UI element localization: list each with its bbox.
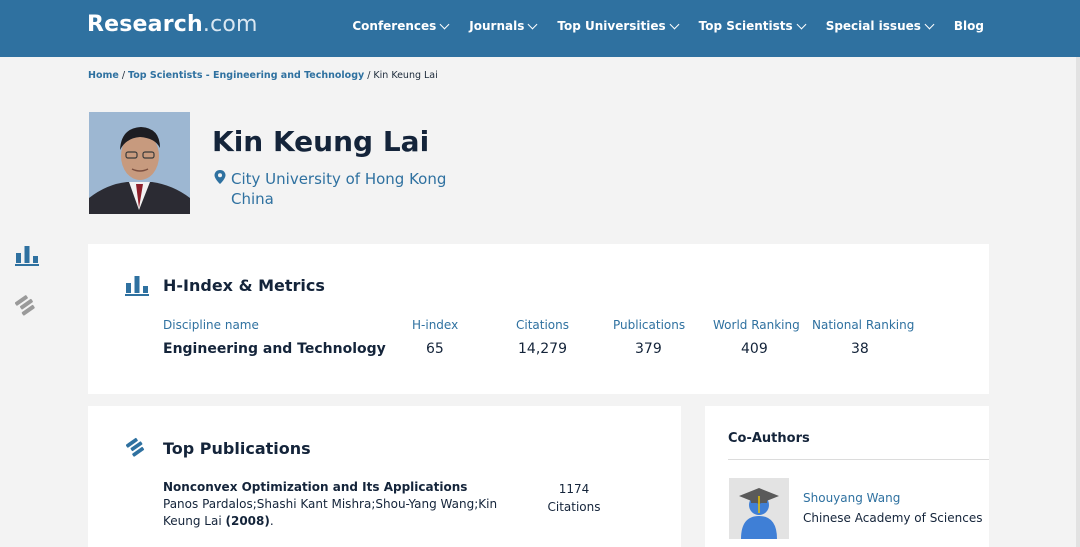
metrics-title: H-Index & Metrics <box>163 276 325 295</box>
nav-blog[interactable]: Blog <box>954 19 984 33</box>
coauthors-title: Co-Authors <box>728 431 810 446</box>
publications-card: Top Publications Nonconvex Optimization … <box>88 406 681 547</box>
university-link[interactable]: City University of Hong Kong <box>231 169 446 189</box>
main-nav: Conferences Journals Top Universities To… <box>352 19 984 33</box>
nav-top-universities[interactable]: Top Universities <box>557 19 680 33</box>
metrics-card: H-Index & Metrics Discipline name H-inde… <box>88 244 989 394</box>
label-national-ranking: National Ranking <box>812 318 915 332</box>
nav-conferences-label: Conferences <box>352 19 437 33</box>
profile-photo-image <box>89 112 190 214</box>
scrollbar-track[interactable] <box>1076 57 1080 547</box>
publications-title: Top Publications <box>163 439 311 458</box>
scientist-name: Kin Keung Lai <box>212 125 430 158</box>
coauthor-name-link[interactable]: Shouyang Wang <box>803 491 900 505</box>
value-discipline: Engineering and Technology <box>163 341 386 357</box>
chevron-down-icon <box>439 19 450 29</box>
coauthor-institution: Chinese Academy of Sciences <box>803 511 983 525</box>
nav-top-universities-label: Top Universities <box>557 19 666 33</box>
publication-year: (2008) <box>225 514 270 528</box>
chevron-down-icon <box>669 19 680 29</box>
breadcrumb-section-link[interactable]: Top Scientists - Engineering and Technol… <box>128 70 364 81</box>
nav-top-scientists[interactable]: Top Scientists <box>698 19 807 33</box>
publication-authors: Panos Pardalos;Shashi Kant Mishra;Shou-Y… <box>163 496 533 530</box>
logo-suffix-text: .com <box>202 12 258 37</box>
location-pin-icon <box>214 170 226 184</box>
coauthor-avatar[interactable] <box>729 478 789 539</box>
value-hindex: 65 <box>426 341 444 357</box>
country-link[interactable]: China <box>231 189 446 209</box>
chevron-down-icon <box>527 19 538 29</box>
breadcrumb: Home / Top Scientists - Engineering and Te… <box>88 70 438 81</box>
top-navigation-bar: Research.com Conferences Journals Top Un… <box>0 0 1080 57</box>
value-citations: 14,279 <box>518 341 567 357</box>
value-national-ranking: 38 <box>851 341 869 357</box>
graduate-avatar-icon <box>729 478 789 539</box>
site-logo[interactable]: Research.com <box>87 12 258 37</box>
publication-citations-count: 1174 <box>558 482 590 496</box>
chevron-down-icon <box>924 19 935 29</box>
publications-icon[interactable] <box>15 294 39 316</box>
logo-main-text: Research <box>87 12 203 37</box>
profile-photo <box>89 112 190 214</box>
breadcrumb-current: Kin Keung Lai <box>373 70 438 81</box>
bar-chart-icon[interactable] <box>15 244 39 266</box>
publications-icon <box>126 437 145 457</box>
breadcrumb-home-link[interactable]: Home <box>88 70 119 81</box>
value-world-ranking: 409 <box>741 341 768 357</box>
publication-title-link[interactable]: Nonconvex Optimization and Its Applicati… <box>163 480 467 494</box>
publication-citations-label: Citations <box>547 500 601 514</box>
publication-year-suffix: . <box>269 514 274 528</box>
bar-chart-icon <box>125 276 149 296</box>
nav-journals[interactable]: Journals <box>469 19 538 33</box>
publication-authors-text: Panos Pardalos;Shashi Kant Mishra;Shou-Y… <box>163 497 498 528</box>
nav-top-scientists-label: Top Scientists <box>698 19 793 33</box>
nav-journals-label: Journals <box>469 19 525 33</box>
chevron-down-icon <box>796 19 807 29</box>
value-publications: 379 <box>635 341 662 357</box>
nav-special-issues[interactable]: Special issues <box>825 19 935 33</box>
nav-blog-label: Blog <box>953 19 984 33</box>
nav-conferences[interactable]: Conferences <box>352 19 450 33</box>
breadcrumb-separator: / <box>367 70 371 81</box>
coauthors-divider <box>728 459 989 460</box>
label-world-ranking: World Ranking <box>713 318 800 332</box>
publication-citations: 1174 Citations <box>536 480 612 516</box>
affiliation: City University of Hong Kong China <box>231 169 446 209</box>
breadcrumb-separator: / <box>121 70 126 81</box>
label-discipline: Discipline name <box>163 318 259 332</box>
label-citations: Citations <box>516 318 570 332</box>
coauthors-card: Co-Authors Shouyang Wang Chinese Academy… <box>705 406 989 547</box>
nav-special-issues-label: Special issues <box>825 19 921 33</box>
label-publications: Publications <box>613 318 686 332</box>
label-hindex: H-index <box>412 318 459 332</box>
